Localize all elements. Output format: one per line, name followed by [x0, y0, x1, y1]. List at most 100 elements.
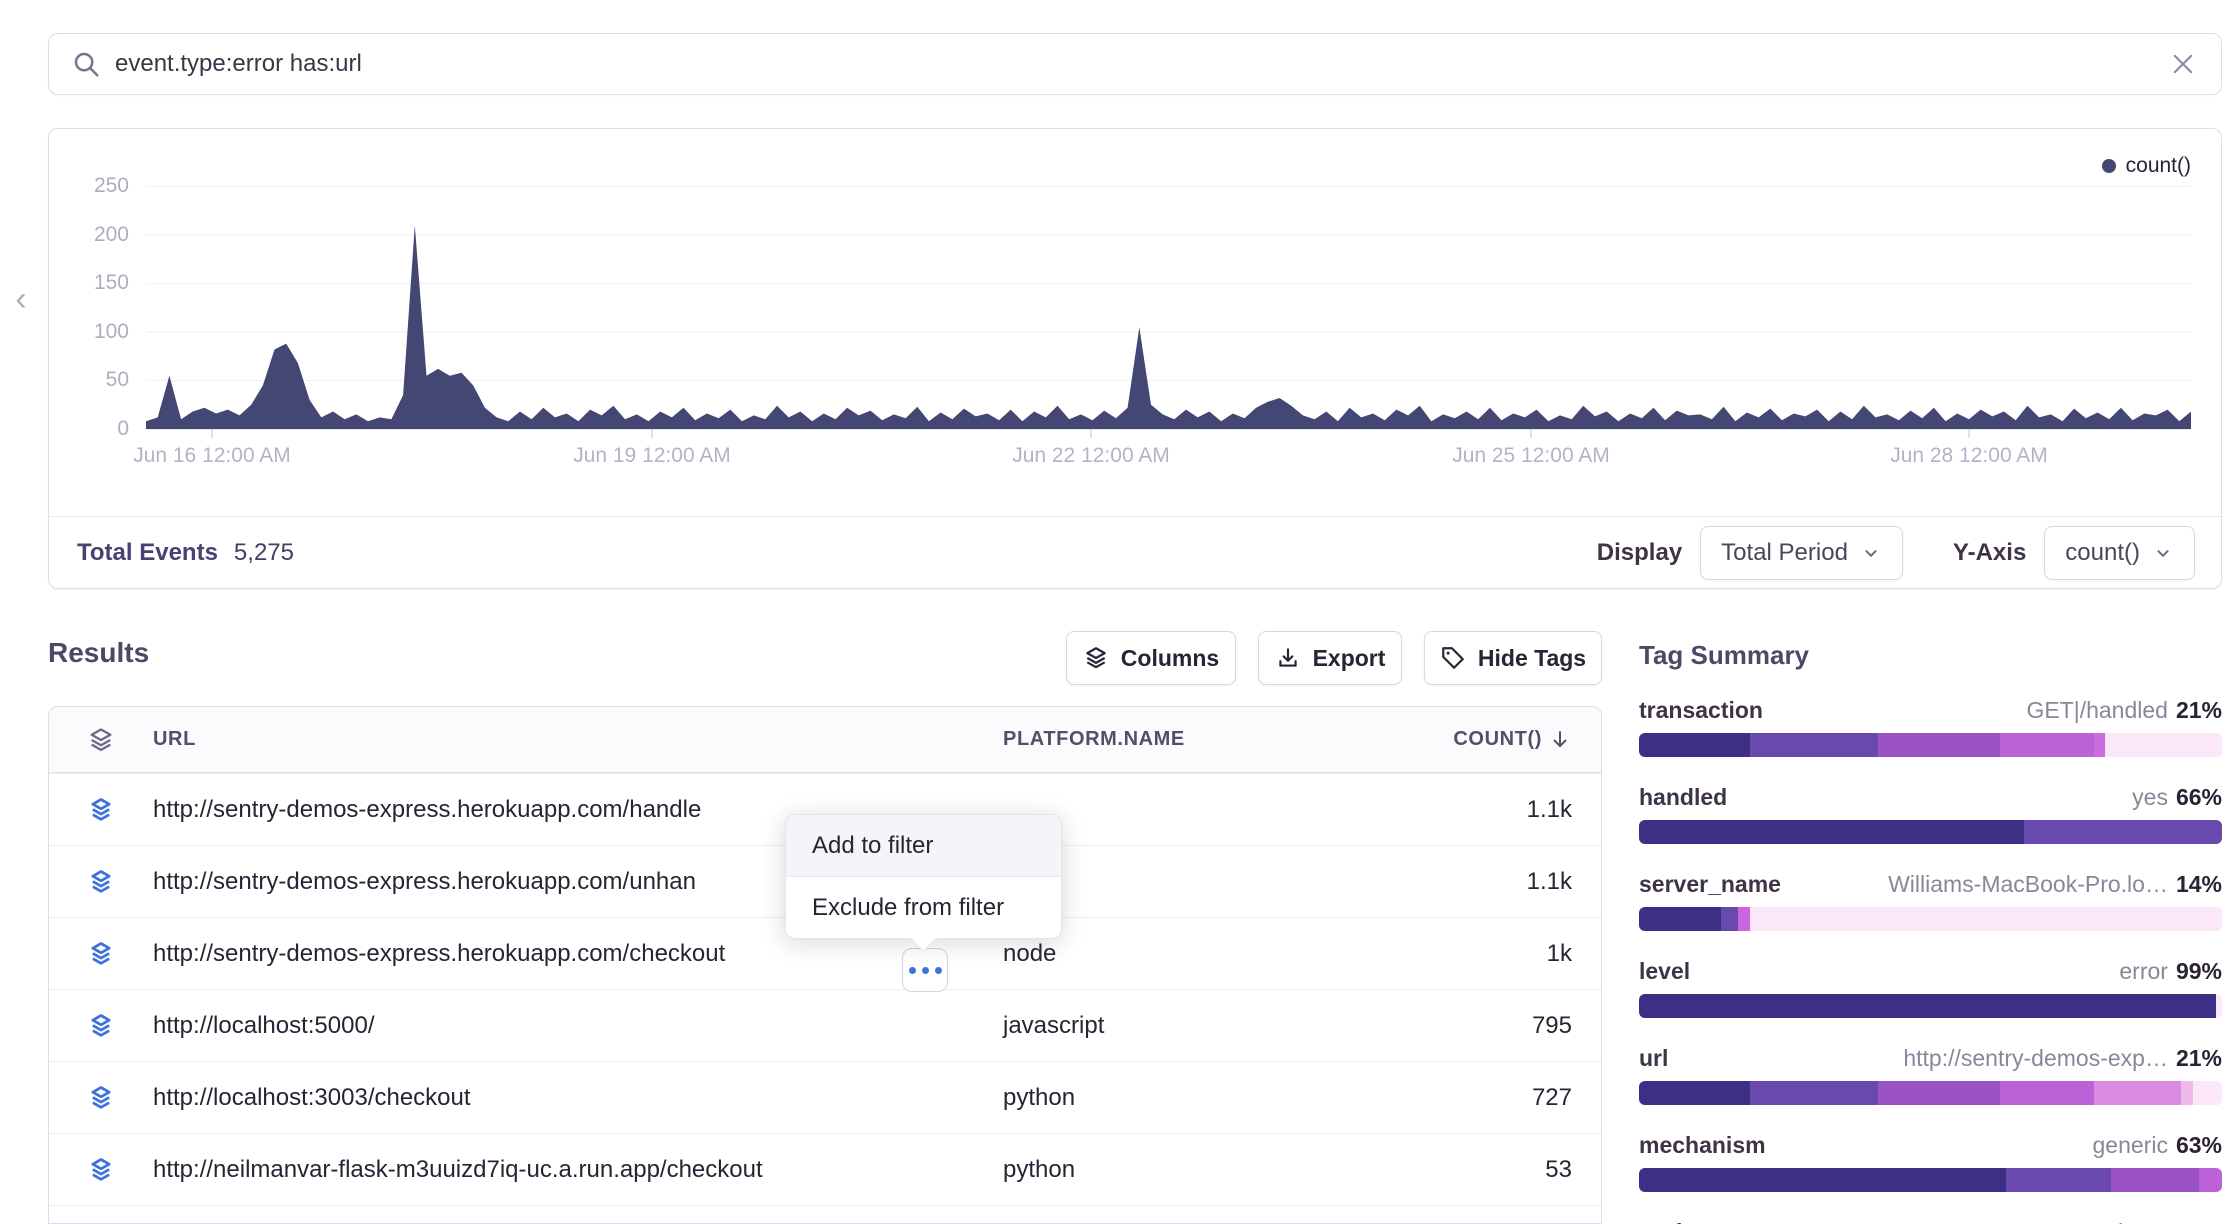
- header-count[interactable]: COUNT(): [1383, 728, 1601, 752]
- tag-top-pct: 99%: [2176, 958, 2222, 984]
- columns-button[interactable]: Columns: [1066, 631, 1236, 685]
- discover-page: ‹ event.type:error has:url count() 250 2…: [0, 0, 2234, 1224]
- tag-distribution-bar[interactable]: [1639, 1168, 2222, 1192]
- sort-desc-icon: [1548, 728, 1572, 752]
- tag-icon: [1440, 645, 1466, 671]
- layers-icon: [49, 940, 153, 968]
- tag-name[interactable]: transaction: [1639, 697, 1763, 724]
- events-chart-panel: count() 250 200 150 100 50 0 Jun 16 12:0…: [48, 128, 2222, 589]
- tag-row: server_name Williams-MacBook-Pro.lo… 14%: [1639, 871, 2222, 931]
- tag-name[interactable]: handled: [1639, 784, 1727, 811]
- cell-action-menu: Add to filter Exclude from filter: [785, 814, 1062, 939]
- tag-distribution-bar[interactable]: [1639, 1081, 2222, 1105]
- total-events-value: 5,275: [234, 539, 294, 567]
- cell-actions-button[interactable]: [902, 948, 948, 992]
- x-tick: Jun 28 12:00 AM: [1849, 444, 2089, 468]
- tag-top-pct: 21%: [2176, 1045, 2222, 1071]
- chart-footer: Total Events 5,275 Display Total Period …: [49, 516, 2221, 589]
- yaxis-select[interactable]: count(): [2044, 526, 2195, 580]
- search-bar[interactable]: event.type:error has:url: [48, 33, 2222, 95]
- menu-item-add-to-filter[interactable]: Add to filter: [786, 815, 1061, 876]
- display-label: Display: [1597, 539, 1682, 567]
- x-tick: Jun 16 12:00 AM: [92, 444, 332, 468]
- cell-platform: node: [1003, 940, 1383, 968]
- results-title: Results: [48, 637, 149, 669]
- y-tick: 150: [67, 270, 129, 296]
- layers-icon[interactable]: [49, 726, 153, 754]
- legend-label: count(): [2126, 154, 2191, 178]
- tag-summary-panel: Tag Summary transaction GET|/handled21% …: [1639, 640, 2222, 1224]
- cell-count: 795: [1383, 1012, 1601, 1040]
- tag-distribution-bar[interactable]: [1639, 733, 2222, 757]
- tag-row: project express-demo63%: [1639, 1219, 2222, 1224]
- cell-url[interactable]: http://neilmanvar-flask-m3uuizd7iq-uc.a.…: [153, 1156, 1003, 1184]
- tag-top-value: Williams-MacBook-Pro.lo…: [1888, 871, 2168, 897]
- layers-icon: [49, 1084, 153, 1112]
- tag-name[interactable]: project: [1639, 1219, 1716, 1224]
- cell-platform: python: [1003, 1156, 1383, 1184]
- export-button[interactable]: Export: [1258, 631, 1402, 685]
- layers-icon: [49, 868, 153, 896]
- hide-tags-button[interactable]: Hide Tags: [1424, 631, 1602, 685]
- cell-url[interactable]: http://sentry-demos-express.herokuapp.co…: [153, 940, 1003, 968]
- download-icon: [1275, 645, 1301, 671]
- header-platform[interactable]: PLATFORM.NAME: [1003, 728, 1383, 751]
- cell-url[interactable]: http://localhost:5000/: [153, 1012, 1003, 1040]
- cell-count: 53: [1383, 1156, 1601, 1184]
- tag-name[interactable]: mechanism: [1639, 1132, 1766, 1159]
- tag-row: mechanism generic63%: [1639, 1132, 2222, 1192]
- tag-row: transaction GET|/handled 21%: [1639, 697, 2222, 757]
- columns-button-label: Columns: [1121, 645, 1219, 672]
- hide-tags-button-label: Hide Tags: [1478, 645, 1586, 672]
- layers-icon: [49, 1012, 153, 1040]
- tag-name[interactable]: url: [1639, 1045, 1668, 1072]
- yaxis-label: Y-Axis: [1953, 539, 2026, 567]
- tag-summary-title: Tag Summary: [1639, 640, 2222, 671]
- tag-distribution-bar[interactable]: [1639, 994, 2222, 1018]
- y-tick: 250: [67, 173, 129, 199]
- tag-top-value: GET|/handled: [2026, 697, 2168, 723]
- tag-top-pct: 63%: [2176, 1219, 2222, 1224]
- tag-name[interactable]: server_name: [1639, 871, 1781, 898]
- tag-top-value: http://sentry-demos-exp…: [1903, 1045, 2168, 1071]
- search-query[interactable]: event.type:error has:url: [115, 50, 2169, 78]
- cell-count: 727: [1383, 1084, 1601, 1112]
- results-table: URL PLATFORM.NAME COUNT() http://sentry-…: [48, 706, 1602, 1224]
- tag-row: url http://sentry-demos-exp… 21%: [1639, 1045, 2222, 1105]
- cell-platform: javascript: [1003, 1012, 1383, 1040]
- layers-icon: [49, 796, 153, 824]
- clear-search-icon[interactable]: [2169, 50, 2197, 78]
- tag-distribution-bar[interactable]: [1639, 820, 2222, 844]
- y-tick: 100: [67, 319, 129, 345]
- tag-row: level error99%: [1639, 958, 2222, 1018]
- tag-top-pct: 14%: [2176, 871, 2222, 897]
- y-tick: 0: [67, 416, 129, 442]
- table-row[interactable]: http://localhost:3003/checkout python 72…: [49, 1061, 1601, 1133]
- cell-count: 1.1k: [1383, 796, 1601, 824]
- tag-top-pct: 66%: [2176, 784, 2222, 810]
- table-row[interactable]: http://localhost:5000/ javascript 795: [49, 989, 1601, 1061]
- x-tick: Jun 19 12:00 AM: [532, 444, 772, 468]
- tag-top-pct: 21%: [2176, 697, 2222, 723]
- display-value: Total Period: [1721, 539, 1848, 567]
- y-tick: 50: [67, 367, 129, 393]
- cell-url[interactable]: http://localhost:3003/checkout: [153, 1084, 1003, 1112]
- chart-legend[interactable]: count(): [2102, 154, 2191, 178]
- tag-top-value: generic: [2093, 1132, 2168, 1158]
- y-tick: 200: [67, 222, 129, 248]
- x-tick: Jun 25 12:00 AM: [1411, 444, 1651, 468]
- table-row-partial: [49, 1205, 1601, 1224]
- header-count-label: COUNT(): [1453, 728, 1542, 751]
- x-tick: Jun 22 12:00 AM: [971, 444, 1211, 468]
- cell-count: 1.1k: [1383, 868, 1601, 896]
- chevron-down-icon: [2152, 542, 2174, 564]
- chevron-down-icon: [1860, 542, 1882, 564]
- cell-platform: python: [1003, 1084, 1383, 1112]
- display-select[interactable]: Total Period: [1700, 526, 1903, 580]
- table-header-row: URL PLATFORM.NAME COUNT(): [49, 707, 1601, 773]
- sidebar-collapse-handle[interactable]: ‹: [8, 284, 34, 318]
- tag-distribution-bar[interactable]: [1639, 907, 2222, 931]
- table-row[interactable]: http://neilmanvar-flask-m3uuizd7iq-uc.a.…: [49, 1133, 1601, 1205]
- header-url[interactable]: URL: [153, 728, 1003, 751]
- tag-name[interactable]: level: [1639, 958, 1690, 985]
